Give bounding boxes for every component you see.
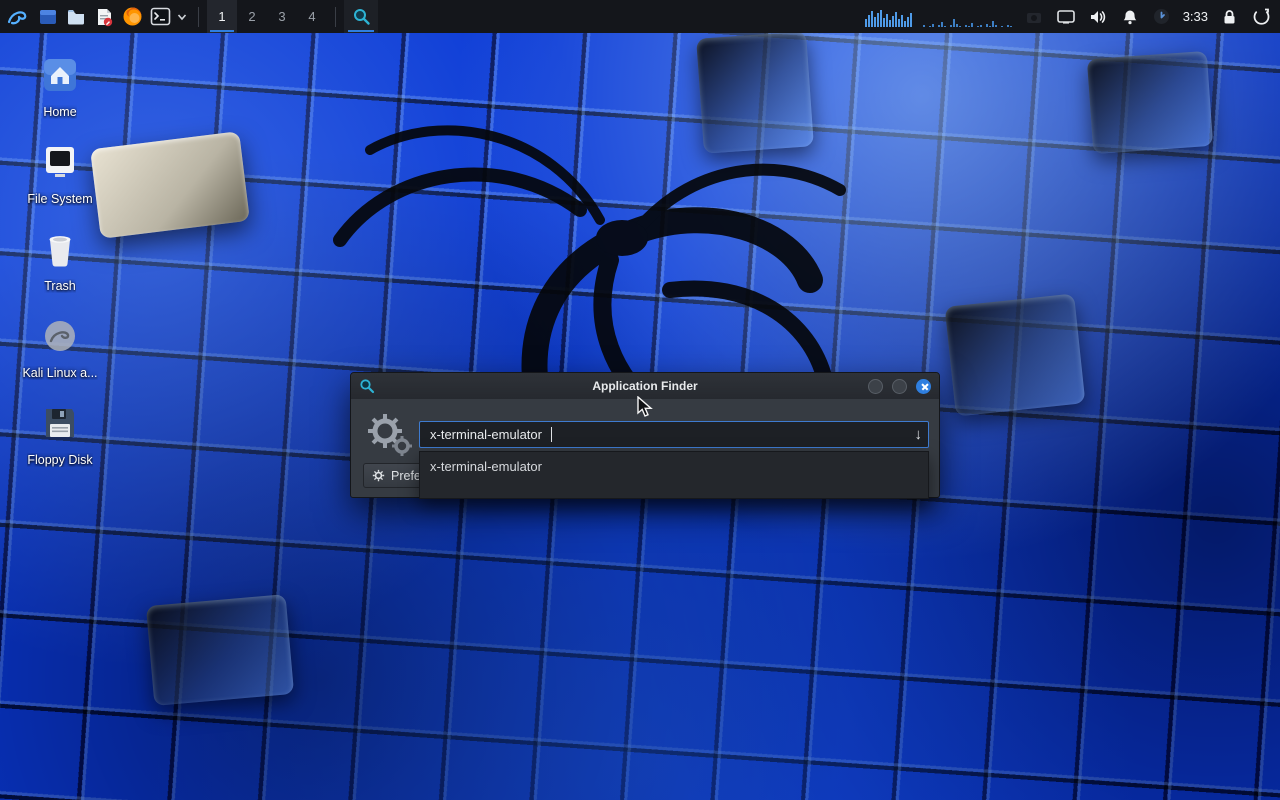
window-buttons — [868, 379, 931, 394]
wallpaper-cube — [945, 294, 1086, 417]
close-button[interactable] — [916, 379, 931, 394]
desktop-icon-floppy-disk[interactable]: Floppy Disk — [14, 402, 106, 467]
desktop-icon-label: Trash — [44, 279, 76, 293]
file-manager-launcher[interactable] — [34, 0, 62, 33]
titlebar[interactable]: Application Finder — [351, 373, 939, 399]
notifications-bell-icon[interactable] — [1119, 6, 1141, 28]
terminal-dropdown-button[interactable] — [174, 0, 190, 33]
cpu-graph[interactable] — [865, 7, 913, 27]
logout-icon[interactable] — [1250, 6, 1272, 28]
network-graph[interactable] — [923, 7, 1013, 27]
taskbar-application-finder[interactable] — [344, 0, 378, 33]
desktop-icon-trash[interactable]: Trash — [14, 228, 106, 293]
completion-item[interactable]: x-terminal-emulator — [420, 452, 928, 481]
lock-screen-icon[interactable] — [1218, 6, 1240, 28]
applications-menu-button[interactable] — [0, 0, 34, 33]
firefox-launcher[interactable] — [118, 0, 146, 33]
panel-left: 1 2 3 4 — [0, 0, 378, 33]
command-input-value: x-terminal-emulator — [430, 427, 542, 442]
kali-docs-icon — [39, 315, 81, 357]
desktop-icon-label: Floppy Disk — [27, 453, 92, 467]
firefox-icon — [122, 6, 143, 27]
terminal-icon — [150, 6, 171, 27]
application-gears-icon — [365, 409, 413, 457]
tray-camera-icon[interactable] — [1023, 6, 1045, 28]
trash-icon — [39, 228, 81, 270]
desktop-icon-list: Home File System Trash Kali Linux a... F… — [14, 54, 106, 467]
desktop-screen: 1 2 3 4 — [0, 0, 1280, 800]
file-system-icon — [39, 141, 81, 183]
completion-popup: x-terminal-emulator — [419, 451, 929, 499]
volume-icon[interactable] — [1087, 6, 1109, 28]
desktop-icon-label: Home — [43, 105, 76, 119]
wallpaper-cube — [146, 594, 294, 706]
files-launcher[interactable] — [62, 0, 90, 33]
panel-clock[interactable]: 3:33 — [1183, 9, 1208, 24]
finder-body: x-terminal-emulator ↓ Preferences x-term… — [351, 399, 939, 499]
minimize-button[interactable] — [868, 379, 883, 394]
input-dropdown-arrow-icon[interactable]: ↓ — [915, 427, 923, 442]
text-editor-launcher[interactable] — [90, 0, 118, 33]
desktop-icon-home[interactable]: Home — [14, 54, 106, 119]
folder-icon — [66, 7, 86, 27]
application-finder-window-icon — [359, 378, 375, 394]
terminal-launcher[interactable] — [146, 0, 174, 33]
workspace-2[interactable]: 2 — [237, 0, 267, 33]
panel-separator — [198, 7, 199, 27]
desktop-icon-file-system[interactable]: File System — [14, 141, 106, 206]
preferences-gear-icon — [372, 469, 385, 482]
floppy-disk-icon — [39, 402, 81, 444]
update-status-icon[interactable] — [1151, 6, 1173, 28]
top-panel: 1 2 3 4 — [0, 0, 1280, 33]
panel-right: 3:33 — [865, 0, 1280, 33]
command-input[interactable]: x-terminal-emulator ↓ — [419, 421, 929, 448]
text-caret — [551, 427, 552, 442]
desktop-icon-label: File System — [27, 192, 92, 206]
home-icon — [39, 54, 81, 96]
wallpaper-cube — [1087, 51, 1213, 154]
panel-separator — [335, 7, 336, 27]
application-finder-window: Application Finder x- — [350, 372, 940, 498]
wallpaper-cube — [90, 131, 250, 239]
workspace-3[interactable]: 3 — [267, 0, 297, 33]
file-manager-icon — [38, 7, 58, 27]
maximize-button[interactable] — [892, 379, 907, 394]
workspace-4[interactable]: 4 — [297, 0, 327, 33]
kali-menu-icon — [5, 5, 29, 29]
tray-display-icon[interactable] — [1055, 6, 1077, 28]
desktop-icon-kali-docs[interactable]: Kali Linux a... — [14, 315, 106, 380]
workspace-1[interactable]: 1 — [207, 0, 237, 33]
desktop-icon-label: Kali Linux a... — [22, 366, 97, 380]
text-editor-icon — [94, 7, 114, 27]
chevron-down-icon — [177, 12, 187, 22]
application-finder-task-icon — [352, 7, 371, 26]
window-title: Application Finder — [351, 379, 939, 393]
